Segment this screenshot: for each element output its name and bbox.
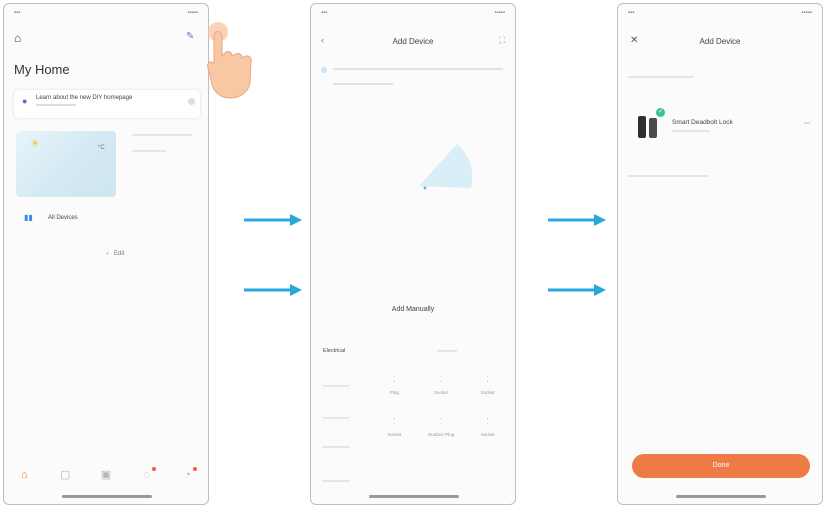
section-header-line: [628, 76, 694, 78]
category-header-line: [437, 350, 457, 352]
found-device-row[interactable]: ✓ Smart Deadbolt Lock: [628, 106, 814, 144]
home-tab-icon[interactable]: ⌂: [17, 468, 31, 482]
sun-icon: ☀: [30, 138, 40, 150]
check-badge-icon: ✓: [656, 108, 665, 117]
socket-icon: ⁚: [393, 417, 396, 426]
socket-icon: ⁚: [486, 375, 489, 384]
scanning-hint-line: [333, 83, 393, 85]
arrow-right-icon: [548, 284, 606, 296]
home-indicator: [369, 495, 459, 498]
weather-card[interactable]: ☀ °C: [16, 131, 116, 197]
badge-dot: [192, 467, 197, 471]
device-status-line: [672, 130, 710, 132]
me-tab-icon[interactable]: ◔: [181, 467, 197, 482]
radar-scan-icon: [419, 144, 473, 190]
phone-device-found: ▪▪▪ ▪▪▪▪▪ ✕ Add Device ✓ Smart Deadbolt L…: [617, 3, 823, 505]
weather-detail-line: [132, 150, 166, 152]
paint-icon[interactable]: ✎: [186, 31, 194, 42]
category-item-line: [323, 446, 349, 448]
device-outdoor-plug[interactable]: ⁚ Outdoor Plug: [418, 416, 465, 438]
pointing-hand-icon: [207, 22, 252, 99]
category-item-line: [323, 417, 349, 419]
device-socket[interactable]: ⁚ Socket: [371, 416, 418, 438]
devices-icon: ▮▮: [24, 213, 33, 222]
plug-icon: ⁚: [439, 417, 443, 426]
phone-add-device-scan: ▪▪▪ ▪▪▪▪▪ ‹ Add Device ⛶ Add Manually Ele…: [310, 3, 516, 505]
device-socket[interactable]: ⁚ Socket: [464, 374, 511, 396]
device-socket[interactable]: ⁚ Socket: [464, 416, 511, 438]
arrow-right-icon: [548, 214, 606, 226]
device-plug[interactable]: ⁚ Plug: [371, 374, 418, 396]
mall-tab-icon[interactable]: ◌: [140, 467, 156, 482]
device-socket[interactable]: ⁚ Socket: [418, 374, 465, 396]
socket-icon: ⁚: [439, 375, 443, 384]
status-bar: ▪▪▪ ▪▪▪▪▪: [14, 10, 198, 16]
status-bar: ▪▪▪ ▪▪▪▪▪: [321, 10, 505, 16]
home-title[interactable]: My Home: [14, 62, 70, 77]
banner-subtext: [36, 104, 76, 106]
info-icon: [321, 67, 327, 73]
socket-icon: ⁚: [486, 417, 489, 426]
status-bar: ▪▪▪ ▪▪▪▪▪: [628, 10, 812, 16]
diy-homepage-banner[interactable]: ● Learn about the new DIY homepage: [14, 90, 200, 118]
device-name: Smart Deadbolt Lock: [672, 119, 733, 126]
done-button[interactable]: Done: [632, 454, 810, 478]
phone-home-screen: ▪▪▪▪▪▪▪▪ ⌂ ✎ + My Home − ● Learn about t…: [3, 3, 209, 505]
smart-tab-icon[interactable]: ▣: [99, 468, 113, 482]
banner-close-icon[interactable]: [188, 98, 195, 105]
edit-plus-icon: +: [106, 251, 109, 257]
category-item-line: [323, 480, 349, 482]
category-item-line: [323, 385, 349, 387]
temperature-unit: °C: [98, 145, 105, 151]
screen-title: Add Device: [392, 37, 434, 46]
arrow-right-icon: [244, 284, 302, 296]
badge-dot: [151, 467, 156, 471]
edit-icon[interactable]: [804, 122, 810, 124]
edit-link[interactable]: Edit: [114, 251, 124, 257]
arrow-right-icon: [244, 214, 302, 226]
category-electrical[interactable]: Electrical: [323, 348, 345, 354]
plug-icon: ⁚: [393, 375, 396, 384]
scene-tab-icon[interactable]: ▢: [58, 468, 72, 482]
screen-title: Add Device: [699, 37, 741, 46]
scan-icon[interactable]: ⛶: [499, 35, 505, 46]
banner-text: Learn about the new DIY homepage: [36, 95, 133, 101]
location-pin-icon: ●: [22, 96, 28, 106]
device-grid: ⁚ Plug ⁚ Socket ⁚ Socket ⁚ Socket ⁚ Outdoor P…: [371, 374, 511, 438]
home-indicator: [676, 495, 766, 498]
bottom-tab-bar: ⌂ ▢ ▣ ◌ ◔: [4, 464, 208, 486]
home-icon[interactable]: ⌂: [14, 31, 21, 45]
lock-device-icon: [638, 116, 658, 138]
add-manually-label: Add Manually: [391, 306, 435, 313]
scanning-hint-line: [333, 68, 503, 70]
home-indicator: [62, 495, 152, 498]
weather-detail-line: [132, 134, 192, 136]
all-devices-tab[interactable]: All Devices: [48, 215, 78, 221]
section-header-line: [628, 175, 708, 177]
